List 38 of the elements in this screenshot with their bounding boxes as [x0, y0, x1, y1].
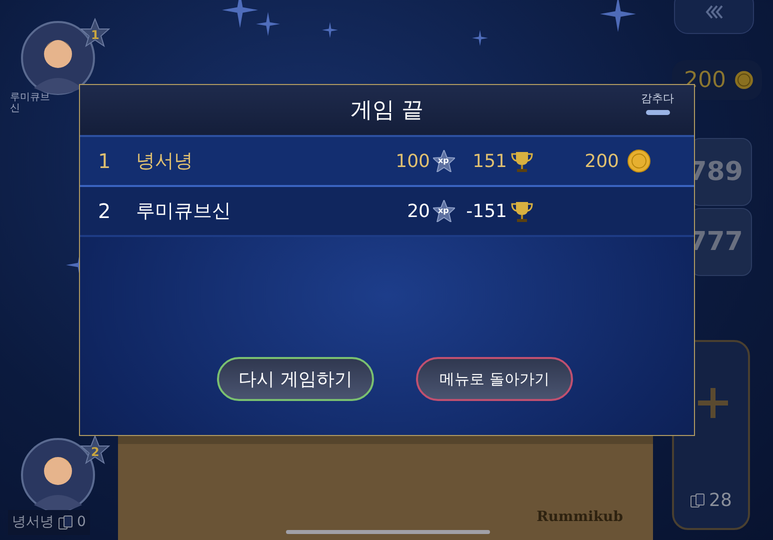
- player-name: 녕서녕: [12, 513, 54, 532]
- hide-button[interactable]: 감추다: [641, 91, 674, 114]
- xp-label: xp: [438, 206, 449, 215]
- star-icon: [433, 150, 455, 172]
- play-again-button[interactable]: 다시 게임하기: [217, 357, 374, 401]
- trophy-icon: [511, 200, 533, 222]
- coin-value: 200: [584, 150, 619, 174]
- level-number: 1: [91, 27, 100, 44]
- pool-count: 28: [709, 489, 732, 513]
- rank-number: 2: [98, 198, 112, 225]
- tiles-icon: [690, 493, 706, 508]
- coin-icon: [734, 70, 754, 90]
- menu-button[interactable]: 메뉴로 돌아가기: [416, 357, 573, 401]
- trophy-icon: [511, 150, 533, 172]
- coin-icon: [627, 149, 651, 173]
- xp-value: 100: [394, 150, 430, 174]
- sparkle-icon: [322, 22, 338, 38]
- plus-icon: [698, 388, 728, 418]
- level-number: 2: [91, 444, 100, 461]
- sparkle-icon: [600, 0, 636, 32]
- trophy-value: 151: [472, 150, 507, 174]
- player-name: 루미큐브신: [10, 92, 51, 114]
- tiles-icon: [58, 515, 73, 530]
- dialog-title: 게임 끝: [350, 96, 424, 124]
- player-name: 녕서녕: [136, 148, 194, 174]
- player-name: 루미큐브신: [136, 198, 232, 224]
- back-button[interactable]: [674, 0, 754, 34]
- star-icon: [80, 18, 110, 48]
- chevrons-icon: [704, 4, 724, 20]
- rank-number: 1: [98, 148, 112, 175]
- tile-count: 0: [77, 513, 86, 532]
- xp-value: 20: [406, 200, 430, 224]
- rack-logo: Rummikub: [536, 508, 623, 527]
- star-icon: [80, 435, 110, 465]
- star-icon: [433, 200, 455, 222]
- xp-label: xp: [438, 156, 449, 165]
- sparkle-icon: [472, 30, 488, 46]
- trophy-value: -151: [465, 200, 507, 224]
